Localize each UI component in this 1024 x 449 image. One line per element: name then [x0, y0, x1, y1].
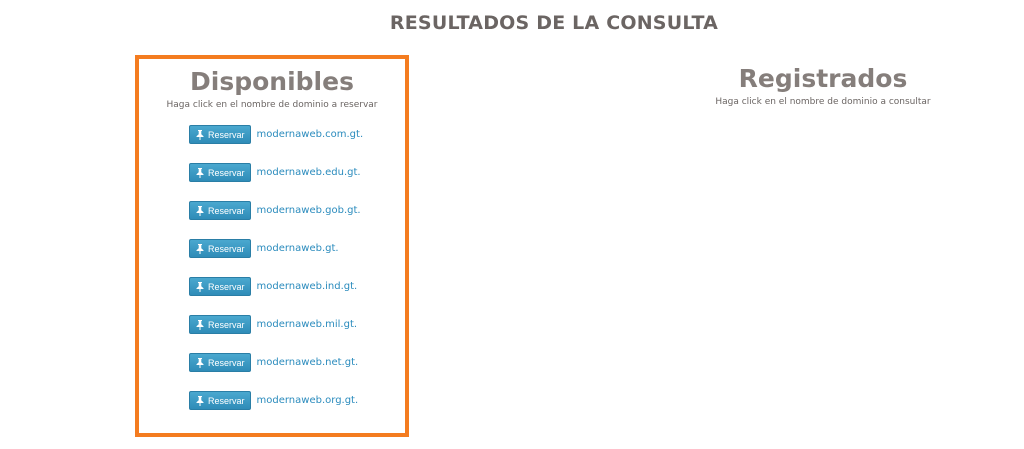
pin-icon: [196, 205, 204, 216]
list-item: Reservar modernaweb.ind.gt.: [139, 277, 405, 315]
list-item: Reservar modernaweb.com.gt.: [139, 125, 405, 163]
reserve-button-label: Reservar: [208, 243, 245, 254]
list-item: Reservar modernaweb.gob.gt.: [139, 201, 405, 239]
pin-icon: [196, 129, 204, 140]
domain-link[interactable]: modernaweb.mil.gt.: [257, 315, 358, 334]
reserve-button-label: Reservar: [208, 129, 245, 140]
reserve-button[interactable]: Reservar: [189, 163, 251, 182]
reserve-button-label: Reservar: [208, 319, 245, 330]
page-title: RESULTADOS DE LA CONSULTA: [389, 12, 719, 34]
available-domains-panel: Disponibles Haga click en el nombre de d…: [135, 55, 409, 437]
available-domain-list: Reservar modernaweb.com.gt. Reservar mod…: [139, 125, 405, 429]
pin-icon: [196, 357, 204, 368]
reserve-button[interactable]: Reservar: [189, 391, 251, 410]
pin-icon: [196, 243, 204, 254]
list-item: Reservar modernaweb.gt.: [139, 239, 405, 277]
pin-icon: [196, 281, 204, 292]
domain-link[interactable]: modernaweb.edu.gt.: [257, 163, 361, 182]
reserve-button[interactable]: Reservar: [189, 201, 251, 220]
registered-heading: Registrados: [738, 64, 908, 93]
reserve-button[interactable]: Reservar: [189, 277, 251, 296]
list-item: Reservar modernaweb.edu.gt.: [139, 163, 405, 201]
list-item: Reservar modernaweb.mil.gt.: [139, 315, 405, 353]
available-heading: Disponibles: [190, 67, 354, 96]
reserve-button-label: Reservar: [208, 167, 245, 178]
reserve-button-label: Reservar: [208, 357, 245, 368]
domain-link[interactable]: modernaweb.gob.gt.: [257, 201, 361, 220]
pin-icon: [196, 395, 204, 406]
reserve-button[interactable]: Reservar: [189, 239, 251, 258]
domain-link[interactable]: modernaweb.org.gt.: [257, 391, 359, 410]
reserve-button-label: Reservar: [208, 205, 245, 216]
domain-link[interactable]: modernaweb.gt.: [257, 239, 339, 258]
reserve-button-label: Reservar: [208, 395, 245, 406]
reserve-button[interactable]: Reservar: [189, 125, 251, 144]
pin-icon: [196, 319, 204, 330]
reserve-button[interactable]: Reservar: [189, 353, 251, 372]
available-subtitle: Haga click en el nombre de dominio a res…: [166, 100, 378, 110]
reserve-button-label: Reservar: [208, 281, 245, 292]
domain-link[interactable]: modernaweb.ind.gt.: [257, 277, 358, 296]
domain-link[interactable]: modernaweb.net.gt.: [257, 353, 359, 372]
domain-link[interactable]: modernaweb.com.gt.: [257, 125, 364, 144]
pin-icon: [196, 167, 204, 178]
list-item: Reservar modernaweb.org.gt.: [139, 391, 405, 429]
reserve-button[interactable]: Reservar: [189, 315, 251, 334]
registered-subtitle: Haga click en el nombre de dominio a con…: [715, 97, 931, 107]
list-item: Reservar modernaweb.net.gt.: [139, 353, 405, 391]
registered-domains-panel: Registrados Haga click en el nombre de d…: [684, 60, 962, 108]
